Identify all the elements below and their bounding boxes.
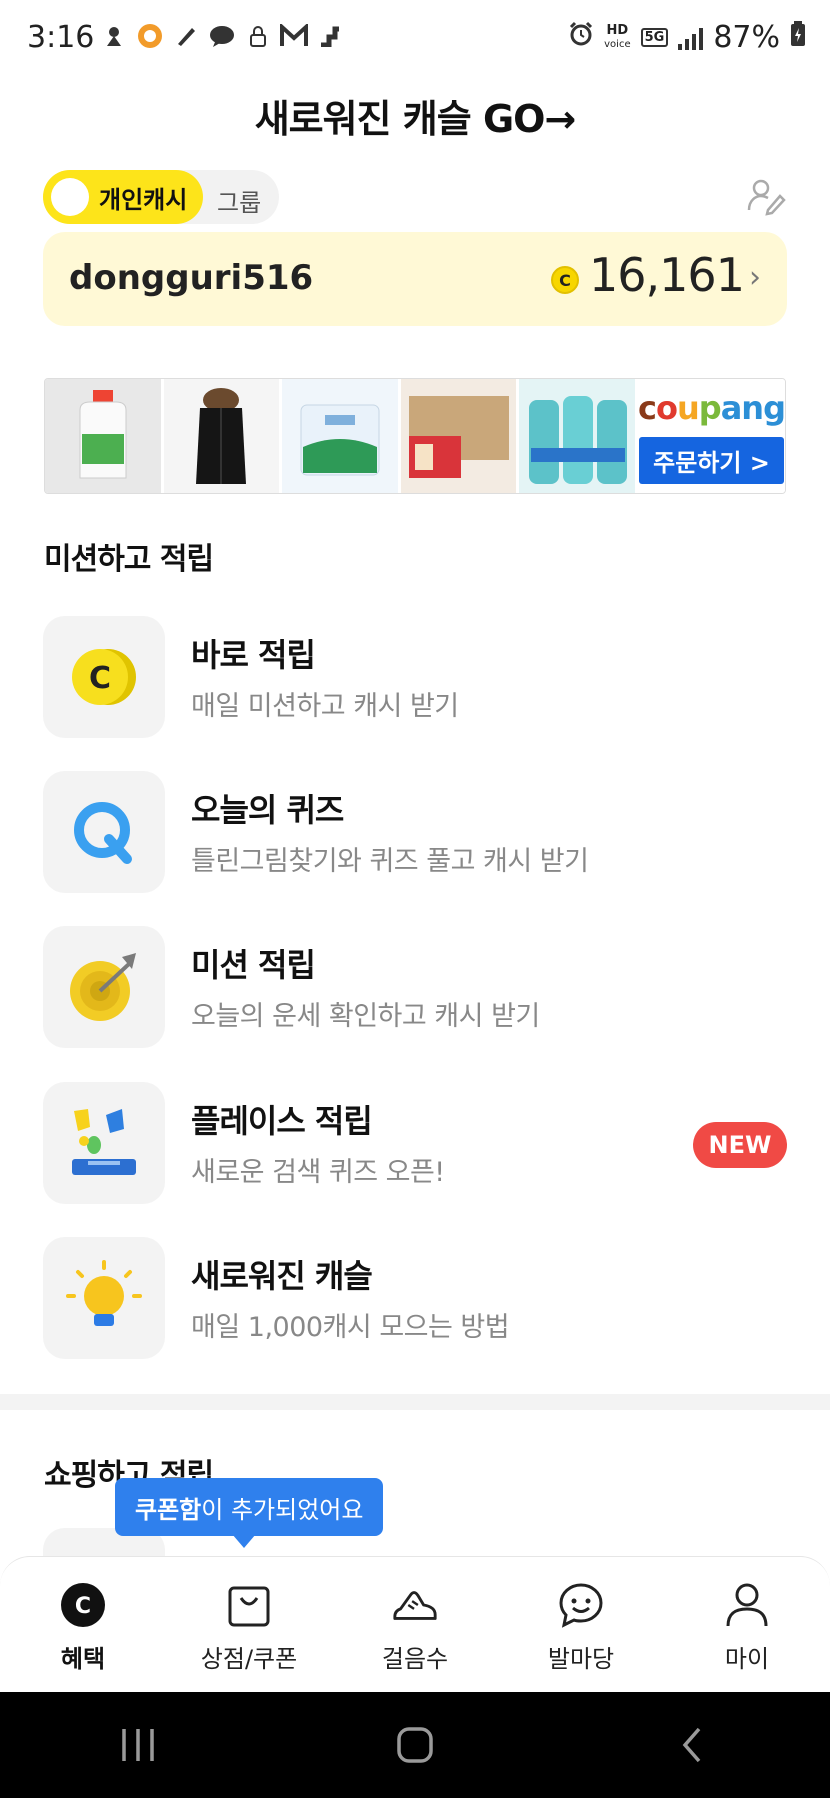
mission-description: 매일 1,000캐시 모으는 방법 xyxy=(191,1312,510,1343)
network-5g-icon: 5G xyxy=(640,28,669,47)
ad-product-image xyxy=(163,379,280,493)
svg-text:C: C xyxy=(75,1594,91,1619)
lightbulb-icon xyxy=(43,1237,165,1359)
ad-product-image xyxy=(519,379,636,493)
profile-edit-icon[interactable] xyxy=(746,176,786,216)
status-time: 3:16 xyxy=(27,20,95,55)
chat-icon xyxy=(208,22,236,50)
bottom-navigation: C 혜택 상점/쿠폰 걸음수 발마당 마이 xyxy=(0,1556,830,1692)
mission-description: 매일 미션하고 캐시 받기 xyxy=(191,691,459,722)
mission-title: 오늘의 퀴즈 xyxy=(191,791,344,829)
lock-icon xyxy=(244,22,272,50)
gmail-icon xyxy=(280,22,308,50)
hd-voice-icon: HD voice xyxy=(604,23,631,50)
coupon-box-tooltip: 쿠폰함 이 추가되었어요 xyxy=(115,1478,384,1536)
account-type-toggle[interactable]: 개인캐시 그룹 xyxy=(43,170,279,224)
coupang-order-button[interactable]: 주문하기 > xyxy=(639,436,784,484)
toggle-active-label: 개인캐시 xyxy=(99,185,188,214)
nav-community[interactable]: 발마당 xyxy=(498,1557,664,1692)
app-notification-icon xyxy=(316,22,344,50)
nav-benefits[interactable]: C 혜택 xyxy=(0,1557,166,1692)
toggle-personal-cash[interactable]: 개인캐시 xyxy=(43,170,203,224)
tooltip-arrow xyxy=(232,1534,256,1548)
recent-apps-button[interactable] xyxy=(108,1715,168,1775)
system-status: HD voice 5G 87% xyxy=(568,20,806,55)
signal-icon xyxy=(678,26,704,50)
battery-percent: 87% xyxy=(713,20,780,55)
shopping-bag-icon xyxy=(225,1581,273,1629)
mission-title: 미션 적립 xyxy=(191,946,316,984)
mission-title: 바로 적립 xyxy=(191,636,316,674)
mission-description: 오늘의 운세 확인하고 캐시 받기 xyxy=(191,1001,540,1032)
nav-label: 상점/쿠폰 xyxy=(200,1645,298,1673)
mission-title: 플레이스 적립 xyxy=(191,1102,373,1140)
mission-description: 새로운 검색 퀴즈 오픈! xyxy=(191,1157,445,1188)
coupang-ad-banner[interactable]: coupang 주문하기 > xyxy=(44,378,786,494)
svg-text:C: C xyxy=(89,661,111,696)
status-bar: 3:16 HD voice 5G 87% xyxy=(0,0,830,78)
toggle-knob xyxy=(51,178,89,216)
back-button[interactable] xyxy=(662,1715,722,1775)
nav-label: 발마당 xyxy=(547,1645,615,1673)
mission-title: 새로워진 캐슬 xyxy=(191,1257,373,1295)
system-navigation-bar xyxy=(0,1692,830,1798)
person-icon xyxy=(723,1581,771,1629)
nav-steps[interactable]: 걸음수 xyxy=(332,1557,498,1692)
mission-item-instant[interactable]: C 바로 적립 매일 미션하고 캐시 받기 xyxy=(43,616,787,738)
missions-section-title: 미션하고 적립 xyxy=(44,542,214,577)
nav-label: 걸음수 xyxy=(381,1645,449,1673)
coupang-logo: coupang xyxy=(638,388,785,427)
nav-label: 마이 xyxy=(724,1645,770,1673)
page-title-banner[interactable]: 새로워진 캐슬 GO→ xyxy=(0,88,830,143)
mission-item-new-castle[interactable]: 새로워진 캐슬 매일 1,000캐시 모으는 방법 xyxy=(43,1237,787,1359)
toggle-group[interactable]: 그룹 xyxy=(217,183,261,218)
ad-product-image xyxy=(282,379,398,493)
app-notification-icon xyxy=(136,22,164,50)
target-icon xyxy=(43,926,165,1048)
quiz-icon xyxy=(43,771,165,893)
ad-product-image xyxy=(400,379,517,493)
mission-item-mission[interactable]: 미션 적립 오늘의 운세 확인하고 캐시 받기 xyxy=(43,926,787,1048)
chevron-right-icon: › xyxy=(749,260,761,295)
cash-icon: C xyxy=(59,1581,107,1629)
username: dongguri516 xyxy=(69,258,314,298)
mission-item-place[interactable]: 플레이스 적립 새로운 검색 퀴즈 오픈! NEW xyxy=(43,1082,787,1204)
alarm-icon xyxy=(568,20,594,55)
mission-description: 틀린그림찾기와 퀴즈 풀고 캐시 받기 xyxy=(191,846,589,877)
nav-my[interactable]: 마이 xyxy=(664,1557,830,1692)
mission-item-quiz[interactable]: 오늘의 퀴즈 틀린그림찾기와 퀴즈 풀고 캐시 받기 xyxy=(43,771,787,893)
new-badge: NEW xyxy=(693,1122,787,1168)
home-button[interactable] xyxy=(385,1715,445,1775)
section-divider xyxy=(0,1394,830,1410)
cash-balance: 16,161 xyxy=(589,248,745,302)
sneaker-icon xyxy=(391,1581,439,1629)
app-notification-icon xyxy=(100,22,128,50)
nav-store-coupon[interactable]: 상점/쿠폰 xyxy=(166,1557,332,1692)
pen-icon xyxy=(172,22,200,50)
ad-product-image xyxy=(45,379,161,493)
smile-chat-icon xyxy=(557,1581,605,1629)
battery-icon xyxy=(790,20,806,55)
coupang-ad-cta[interactable]: coupang 주문하기 > xyxy=(638,379,785,493)
coin-icon: C xyxy=(43,616,165,738)
place-icon xyxy=(43,1082,165,1204)
nav-label: 혜택 xyxy=(60,1645,106,1673)
notification-icons xyxy=(100,22,344,50)
coin-icon: C xyxy=(551,266,579,294)
cash-balance-card[interactable]: dongguri516 C 16,161 › xyxy=(43,232,787,326)
